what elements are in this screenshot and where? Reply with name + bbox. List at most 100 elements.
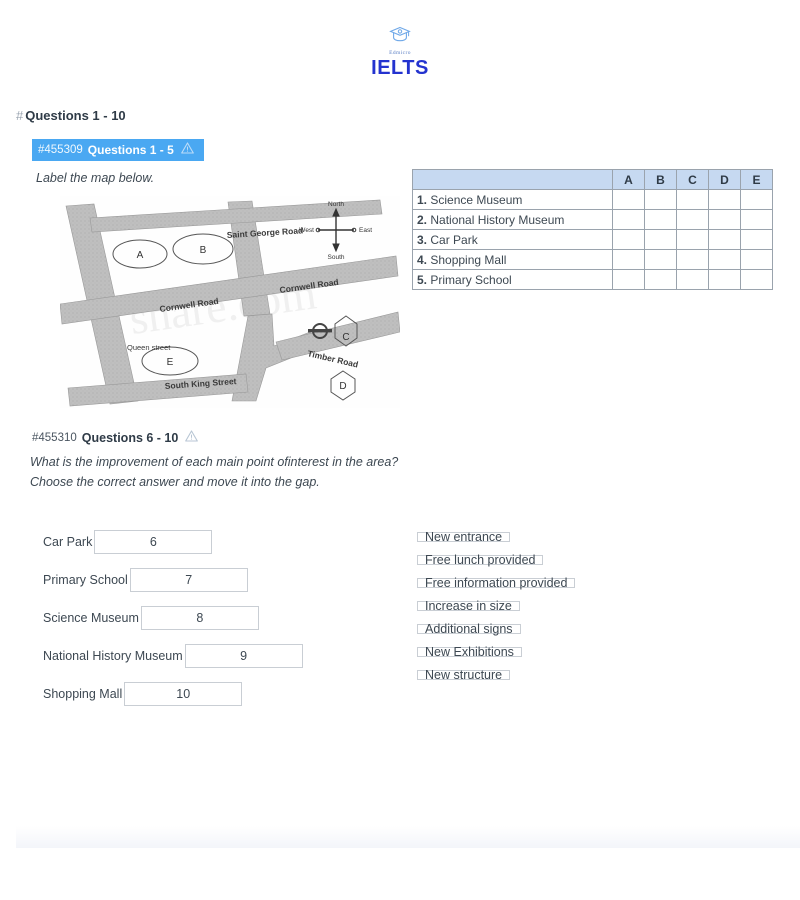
brand-subtitle: Edmicro — [389, 50, 411, 56]
svg-text:North: North — [328, 201, 344, 208]
option-row: Additional signs — [417, 623, 575, 647]
row-label: Car Park — [430, 232, 478, 247]
answer-cell-1-A[interactable] — [612, 189, 645, 210]
gap-fill-row: Shopping Mall 10 — [43, 682, 383, 706]
table-cell-item: 3. Car Park — [412, 229, 613, 250]
answer-cell-4-D[interactable] — [708, 249, 741, 270]
svg-text:D: D — [339, 381, 346, 392]
svg-text:E: E — [167, 357, 174, 368]
brand-wordmark: IELTS — [371, 57, 429, 79]
table-header-row: A B C D E — [412, 169, 773, 190]
answer-cell-2-E[interactable] — [740, 209, 773, 230]
gap-label: Car Park — [43, 535, 93, 549]
gap-drop-zone-6[interactable]: 6 — [94, 530, 213, 554]
gap-drop-zone-8[interactable]: 8 — [140, 606, 259, 630]
option-chip[interactable]: Additional signs — [417, 623, 521, 635]
table-row: 2. National History Museum — [412, 209, 773, 230]
warning-triangle-icon[interactable] — [185, 429, 199, 447]
gap-fill-row: Primary School 7 — [43, 568, 383, 592]
answer-cell-3-C[interactable] — [676, 229, 709, 250]
table-cell-item: 1. Science Museum — [412, 189, 613, 210]
gap-fill-list: Car Park 6 Primary School 7 Science Museum 8 N… — [43, 530, 383, 720]
answer-cell-5-A[interactable] — [612, 269, 645, 290]
answer-cell-5-B[interactable] — [644, 269, 677, 290]
table-cell-item: 5. Primary School — [412, 269, 613, 290]
gap-drop-zone-9[interactable]: 9 — [184, 644, 303, 668]
answer-cell-4-C[interactable] — [676, 249, 709, 270]
gap-fill-row: Science Museum 8 — [43, 606, 383, 630]
row-label: Science Museum — [430, 192, 523, 207]
option-chip[interactable]: New entrance — [417, 531, 511, 543]
table-cell-item: 4. Shopping Mall — [412, 249, 613, 270]
map-image: share.com A B E C D Saint George Road Co… — [60, 196, 400, 408]
answer-cell-3-E[interactable] — [740, 229, 773, 250]
row-label: National History Museum — [430, 212, 565, 227]
row-number: 1. — [417, 192, 428, 207]
table-header-a: A — [612, 169, 645, 190]
gap-label: Primary School — [43, 573, 128, 587]
instruction-line-2: Choose the correct answer and move it in… — [30, 475, 320, 489]
gap-drop-zone-10[interactable]: 10 — [124, 682, 243, 706]
row-number: 5. — [417, 272, 428, 287]
section-id: #455309 — [38, 144, 83, 156]
answer-cell-1-C[interactable] — [676, 189, 709, 210]
gap-drop-zone-7[interactable]: 7 — [129, 568, 248, 592]
answer-cell-4-B[interactable] — [644, 249, 677, 270]
warning-triangle-icon[interactable] — [180, 141, 194, 159]
answer-cell-2-D[interactable] — [708, 209, 741, 230]
option-chip[interactable]: Increase in size — [417, 600, 520, 612]
row-number: 2. — [417, 212, 428, 227]
table-row: 5. Primary School — [412, 269, 773, 290]
svg-text:C: C — [342, 332, 349, 343]
option-row: New Exhibitions — [417, 646, 575, 670]
gap-label: National History Museum — [43, 649, 183, 663]
row-number: 4. — [417, 252, 428, 267]
answer-cell-5-E[interactable] — [740, 269, 773, 290]
answer-cell-4-E[interactable] — [740, 249, 773, 270]
svg-text:B: B — [200, 245, 207, 256]
answer-cell-5-D[interactable] — [708, 269, 741, 290]
answer-matrix-table: A B C D E 1. Science Museum 2. National H… — [412, 169, 773, 290]
answer-cell-1-D[interactable] — [708, 189, 741, 210]
section-header-questions-1-5[interactable]: #455309 Questions 1 - 5 — [32, 139, 204, 161]
table-header-d: D — [708, 169, 741, 190]
option-chip[interactable]: Free information provided — [417, 577, 576, 589]
answer-cell-3-A[interactable] — [612, 229, 645, 250]
page-title: # Questions 1 - 10 — [16, 108, 126, 123]
option-chip[interactable]: New structure — [417, 669, 511, 681]
option-row: New structure — [417, 669, 575, 693]
section-header-questions-6-10[interactable]: #455310 Questions 6 - 10 — [32, 429, 199, 447]
option-chip[interactable]: New Exhibitions — [417, 646, 522, 658]
section-title: Questions 1 - 5 — [87, 143, 174, 157]
instruction-questions-6-10: What is the improvement of each main poi… — [30, 452, 460, 492]
row-label: Shopping Mall — [430, 252, 507, 267]
instruction-label-map: Label the map below. — [36, 171, 155, 185]
answer-cell-3-B[interactable] — [644, 229, 677, 250]
answer-cell-2-C[interactable] — [676, 209, 709, 230]
brand-logo: Edmicro IELTS — [0, 26, 800, 80]
gap-fill-row: National History Museum 9 — [43, 644, 383, 668]
answer-cell-3-D[interactable] — [708, 229, 741, 250]
section-id: #455310 — [32, 432, 77, 444]
table-row: 3. Car Park — [412, 229, 773, 250]
page-title-text: Questions 1 - 10 — [25, 108, 126, 123]
answer-cell-2-B[interactable] — [644, 209, 677, 230]
table-header-c: C — [676, 169, 709, 190]
section-title: Questions 6 - 10 — [81, 431, 179, 445]
table-row: 4. Shopping Mall — [412, 249, 773, 270]
answer-cell-5-C[interactable] — [676, 269, 709, 290]
draggable-options-list: New entrance Free lunch provided Free info… — [417, 531, 576, 693]
instruction-line-1: What is the improvement of each main poi… — [30, 455, 399, 469]
option-row: Free information provided — [417, 577, 576, 601]
svg-text:West: West — [299, 227, 314, 234]
svg-text:A: A — [137, 250, 144, 261]
answer-cell-1-E[interactable] — [740, 189, 773, 210]
option-row: Increase in size — [417, 600, 575, 624]
gap-label: Shopping Mall — [43, 687, 123, 701]
answer-cell-1-B[interactable] — [644, 189, 677, 210]
gap-label: Science Museum — [43, 611, 139, 625]
option-chip[interactable]: Free lunch provided — [417, 554, 544, 566]
page-bottom-divider — [16, 826, 800, 848]
answer-cell-2-A[interactable] — [612, 209, 645, 230]
answer-cell-4-A[interactable] — [612, 249, 645, 270]
